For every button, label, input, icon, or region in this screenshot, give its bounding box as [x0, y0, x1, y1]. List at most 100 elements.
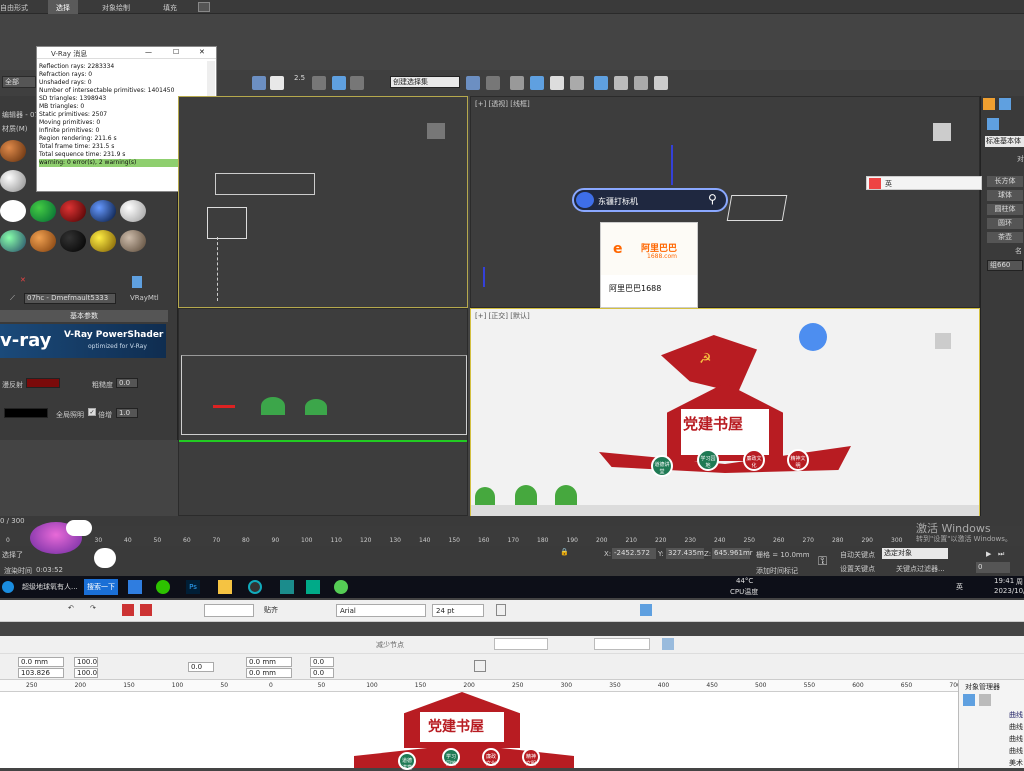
percent-snap-icon[interactable]: [350, 76, 364, 90]
height-field[interactable]: 100.0: [74, 668, 98, 678]
scale-icon[interactable]: [312, 76, 326, 90]
node-dropdown[interactable]: [494, 638, 548, 650]
menu-freeform[interactable]: 自由形式: [0, 3, 28, 13]
material-slot[interactable]: [60, 200, 86, 222]
horizontal-ruler[interactable]: 250 200 150 100 50 0 50 100 150 200 250 300 350 400 45…: [0, 680, 961, 692]
tray-ime[interactable]: 英: [956, 582, 963, 592]
material-slot[interactable]: [120, 230, 146, 252]
undo-icon[interactable]: ↶: [68, 604, 74, 612]
lock-icon[interactable]: 🔒: [560, 548, 569, 556]
maximize-button[interactable]: ☐: [173, 48, 179, 56]
ime-mode[interactable]: 英: [885, 179, 892, 189]
render-frame-icon[interactable]: [634, 76, 648, 90]
menu-object-paint[interactable]: 对象绘制: [102, 3, 130, 13]
material-slot[interactable]: [30, 200, 56, 222]
clock-date[interactable]: 2023/10/: [994, 587, 1024, 595]
x-position-field[interactable]: 0.0 mm: [18, 657, 64, 667]
layer-item[interactable]: 曲线: [1009, 734, 1023, 744]
search-button[interactable]: 搜索一下: [84, 579, 118, 595]
close-button[interactable]: ✕: [199, 48, 205, 56]
selection-set-dropdown[interactable]: 创建选择集: [390, 76, 460, 88]
multiplier-field[interactable]: 1.0: [116, 408, 138, 418]
material-slot[interactable]: [0, 170, 26, 192]
material-slot[interactable]: [0, 140, 26, 162]
taskbar-app-icon[interactable]: [128, 580, 142, 594]
setkey-button[interactable]: 设置关键点: [840, 564, 875, 574]
geometry-icon[interactable]: [987, 118, 999, 130]
viewport-render[interactable]: [+] [正交] [默认] ☭ 党建书屋 道德讲堂 学习园地 廉政文化 精神文明: [470, 308, 980, 518]
layer-icon[interactable]: [510, 76, 524, 90]
rotate-icon[interactable]: [270, 76, 284, 90]
material-slot[interactable]: [90, 230, 116, 252]
viewcube-icon[interactable]: [933, 123, 951, 141]
docker-tool-icon[interactable]: [979, 694, 991, 706]
viewcube-icon[interactable]: [935, 333, 951, 349]
delete-icon[interactable]: ✕: [20, 276, 26, 284]
value-field[interactable]: 0.0: [310, 657, 334, 667]
y-position-field[interactable]: 103.826 mm: [18, 668, 64, 686]
create-tab-icon[interactable]: [983, 98, 995, 110]
search-icon[interactable]: ⚲: [708, 192, 717, 206]
layer-item[interactable]: 曲线: [1009, 722, 1023, 732]
material-slot[interactable]: [30, 230, 56, 252]
viewport-label[interactable]: [+] [正交] [默认]: [475, 311, 530, 321]
render-setup-icon[interactable]: [614, 76, 628, 90]
rotation-field[interactable]: 0.0: [188, 662, 214, 672]
material-menu[interactable]: 材质(M): [2, 124, 28, 134]
mirror-icon[interactable]: [466, 76, 480, 90]
reduce-nodes-label[interactable]: 减少节点: [376, 640, 404, 650]
file-explorer-icon[interactable]: [218, 580, 232, 594]
material-slot[interactable]: [0, 230, 26, 252]
reflect-swatch[interactable]: [4, 408, 48, 418]
move-icon[interactable]: [252, 76, 266, 90]
selected-object-dropdown[interactable]: 选定对象: [882, 548, 948, 559]
material-slot[interactable]: [60, 230, 86, 252]
material-slot[interactable]: [0, 200, 26, 222]
menu-selection[interactable]: 选择: [48, 0, 78, 14]
convert-icon[interactable]: [474, 660, 486, 672]
object-button-teapot[interactable]: 茶壶: [987, 232, 1023, 243]
object-button-box[interactable]: 长方体: [987, 176, 1023, 187]
material-slot[interactable]: [90, 200, 116, 222]
angle-snap-icon[interactable]: [332, 76, 346, 90]
ribbon-toggle-icon[interactable]: [198, 2, 210, 12]
pick-material-icon[interactable]: ⟋: [10, 294, 20, 304]
layer-item[interactable]: 曲线: [1009, 710, 1023, 720]
taskbar-app-icon[interactable]: [248, 580, 262, 594]
search-popup[interactable]: 东疆打标机 ⚲: [572, 188, 728, 212]
bold-icon[interactable]: [496, 604, 506, 616]
search-text[interactable]: 东疆打标机: [598, 196, 638, 207]
browser-icon[interactable]: [2, 581, 14, 593]
ime-toolbar[interactable]: 英: [866, 176, 982, 190]
clock-time[interactable]: 19:41: [994, 577, 1014, 585]
material-name-field[interactable]: 07hc - Dmefmault5333: [24, 293, 116, 304]
layer-item[interactable]: 美术: [1009, 758, 1023, 768]
curve-editor-icon[interactable]: [550, 76, 564, 90]
docker-tool-icon[interactable]: [963, 694, 975, 706]
show-map-icon[interactable]: [132, 276, 142, 288]
pos-field[interactable]: 0.0 mm: [246, 668, 292, 678]
material-editor-icon[interactable]: [594, 76, 608, 90]
frame-spinner[interactable]: 0: [976, 562, 1010, 573]
3dsmax-icon[interactable]: [280, 580, 294, 594]
material-slot[interactable]: [120, 200, 146, 222]
object-button-sphere[interactable]: 球体: [987, 190, 1023, 201]
rollout-basic-params[interactable]: 基本参数: [0, 310, 168, 322]
snap-to-dropdown[interactable]: 贴齐: [264, 605, 278, 615]
track-bar[interactable]: 0102030405060708090100110120130140150160…: [0, 526, 1024, 546]
material-type[interactable]: VRayMtl: [130, 294, 159, 302]
width-field[interactable]: 100.0: [74, 657, 98, 667]
y-coordinate[interactable]: 327.435m: [666, 548, 704, 559]
align-text-icon[interactable]: [640, 604, 652, 616]
roughness-field[interactable]: 0.0: [116, 378, 138, 388]
x-coordinate[interactable]: -2452.572: [612, 548, 656, 559]
modify-tab-icon[interactable]: [999, 98, 1011, 110]
viewport-front[interactable]: [178, 308, 468, 516]
diffuse-swatch[interactable]: [26, 378, 60, 388]
taskbar-app-icon[interactable]: [306, 580, 320, 594]
play-button[interactable]: ▶: [986, 550, 991, 558]
font-size-dropdown[interactable]: 24 pt: [432, 604, 484, 617]
zoom-dropdown[interactable]: [204, 604, 254, 617]
minimize-button[interactable]: —: [145, 48, 152, 56]
object-button-torus[interactable]: 圆环: [987, 218, 1023, 229]
